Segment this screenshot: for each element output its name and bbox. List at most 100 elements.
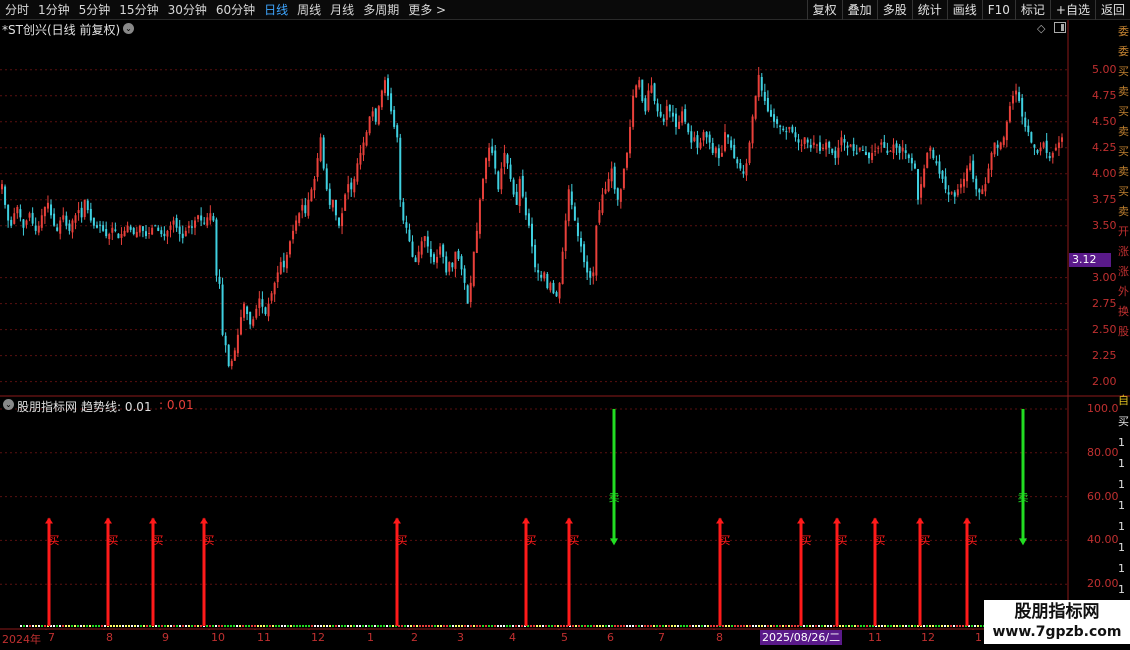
candle-body — [864, 151, 867, 156]
candle-body — [488, 147, 491, 162]
stock-title[interactable]: *ST创兴(日线 前复权) — [2, 21, 120, 38]
indicator-baseline-dot — [734, 625, 736, 627]
toolbar-button[interactable]: 复权 — [806, 0, 842, 20]
indicator-baseline-dot — [176, 625, 178, 627]
period-tab[interactable]: 60分钟 — [211, 0, 259, 20]
indicator-baseline-dot — [119, 625, 121, 627]
indicator-baseline-dot — [848, 625, 850, 627]
indicator-baseline-dot — [641, 625, 643, 627]
indicator-baseline-dot — [404, 625, 406, 627]
period-tab[interactable]: 周线 — [292, 0, 325, 20]
buy-arrow-head — [149, 517, 157, 524]
indicator-baseline-dot — [125, 625, 127, 627]
candle-body — [1051, 152, 1054, 158]
indicator-baseline-dot — [716, 625, 718, 627]
indicator-baseline-dot — [197, 625, 199, 627]
candle-body — [806, 139, 809, 143]
period-tab[interactable]: 5分钟 — [74, 0, 115, 20]
period-tab[interactable]: 15分钟 — [114, 0, 162, 20]
toolbar-button[interactable]: 返回 — [1094, 0, 1130, 20]
candle-body — [485, 158, 488, 180]
candle-body — [730, 140, 733, 148]
diamond-icon[interactable]: ◇ — [1037, 22, 1045, 35]
indicator-baseline-dot — [503, 625, 505, 627]
candle-body — [13, 213, 16, 224]
period-tab[interactable]: 日线 — [259, 0, 292, 20]
indicator-baseline-dot — [599, 625, 601, 627]
indicator-baseline-dot — [839, 625, 841, 627]
indicator-baseline-dot — [596, 625, 598, 627]
candle-body — [727, 134, 730, 138]
candle-body — [629, 126, 632, 154]
candle-body — [975, 178, 978, 190]
indicator-baseline-dot — [746, 625, 748, 627]
candle-body — [448, 262, 451, 272]
toolbar-button[interactable]: 画线 — [946, 0, 982, 20]
buy-arrow-head — [200, 517, 208, 524]
indicator-baseline-dot — [494, 625, 496, 627]
candle-body — [595, 225, 598, 276]
candle-body — [552, 282, 555, 294]
indicator-baseline-dot — [545, 625, 547, 627]
toolbar-buttons: 复权 叠加 多股 统计 画线 F10 标记 +自选 返回 — [806, 0, 1130, 20]
period-tab[interactable]: 月线 — [325, 0, 358, 20]
indicator-baseline-dot — [629, 625, 631, 627]
indicator-baseline-dot — [749, 625, 751, 627]
candle-body — [371, 111, 374, 117]
candle-body — [356, 163, 359, 182]
period-tab[interactable]: 分时 — [0, 0, 33, 20]
indicator-baseline-dot — [248, 625, 250, 627]
indicator-tick-label: 20.00 — [1087, 577, 1119, 591]
sell-arrow-head — [1019, 538, 1027, 546]
quote-strip-cell: 买 — [1118, 105, 1129, 118]
candle-body — [638, 80, 641, 88]
candle-body — [322, 137, 325, 169]
quote-strip-cell: 买 — [1118, 185, 1129, 198]
indicator-baseline-dot — [284, 625, 286, 627]
candle-body — [246, 306, 249, 315]
candle-body — [7, 204, 10, 221]
candle-body — [307, 199, 310, 216]
indicator-baseline-dot — [233, 625, 235, 627]
indicator-baseline-dot — [362, 625, 364, 627]
indicator-baseline-dot — [488, 625, 490, 627]
period-tab[interactable]: 多周期 — [358, 0, 403, 20]
period-tab[interactable]: 30分钟 — [163, 0, 211, 20]
period-tab[interactable]: 更多 > — [403, 0, 450, 20]
toolbar-button[interactable]: 叠加 — [841, 0, 877, 20]
price-tick-label: 3.75 — [1092, 192, 1117, 206]
toolbar-button[interactable]: 标记 — [1014, 0, 1050, 20]
indicator-chevron-icon[interactable]: ⌄ — [3, 399, 14, 410]
candle-body — [641, 79, 644, 101]
candle-body — [693, 137, 696, 142]
candle-body — [4, 186, 7, 205]
candle-body — [218, 276, 221, 284]
candle-body — [285, 254, 288, 269]
toolbar-button[interactable]: 多股 — [876, 0, 912, 20]
indicator-baseline-dot — [380, 625, 382, 627]
indicator-baseline-dot — [914, 625, 916, 627]
buy-arrow-head — [797, 517, 805, 524]
candle-body — [589, 271, 592, 278]
x-month-label: 8 — [716, 631, 723, 644]
chart-canvas[interactable] — [0, 20, 1130, 630]
toolbar-button[interactable]: 统计 — [911, 0, 947, 20]
chevron-down-icon[interactable]: ⌄ — [123, 23, 134, 34]
buy-arrow-head — [916, 517, 924, 524]
candle-body — [160, 230, 163, 235]
indicator-baseline-dot — [128, 625, 130, 627]
candle-body — [19, 209, 22, 218]
indicator-baseline-dot — [299, 625, 301, 627]
indicator-baseline-dot — [818, 625, 820, 627]
candle-body — [736, 159, 739, 164]
candle-body — [255, 308, 258, 318]
indicator-name[interactable]: 股朋指标网 — [17, 398, 77, 415]
quote-strip-cell: 1 — [1118, 562, 1125, 575]
indicator-baseline-dot — [290, 625, 292, 627]
toolbar-button[interactable]: F10 — [981, 0, 1015, 20]
toolbar-button[interactable]: +自选 — [1049, 0, 1095, 20]
period-tab[interactable]: 1分钟 — [33, 0, 74, 20]
candle-body — [359, 152, 362, 165]
indicator-baseline-dot — [140, 625, 142, 627]
window-icon[interactable] — [1054, 22, 1066, 33]
